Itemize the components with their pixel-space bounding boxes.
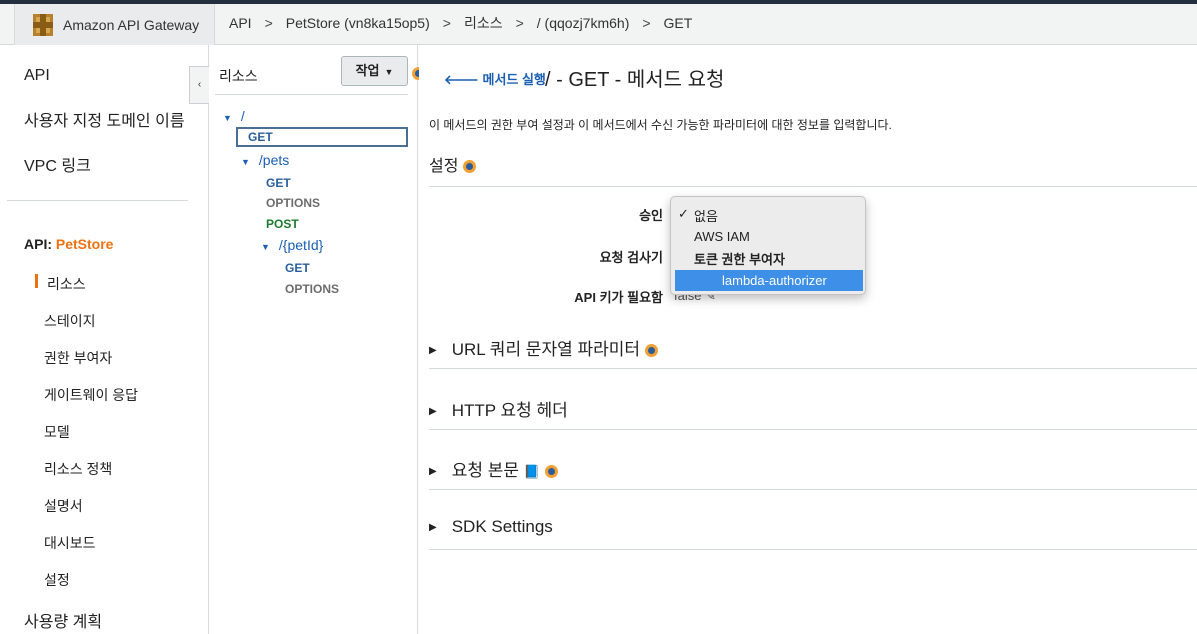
nav-api-prefix: API: (24, 236, 56, 252)
request-body-section[interactable]: ▶ 요청 본문 📘 (429, 456, 558, 481)
info-icon[interactable] (462, 160, 476, 174)
expand-triangle-icon[interactable]: ▶ (429, 406, 437, 417)
dropdown-option-none[interactable]: 없음 (694, 206, 718, 225)
resource-tree-panel: 리소스 작업 ▼ ▼ / GET ▼/pets GET OPTIONS POST ▼… (210, 45, 425, 634)
request-validator-label: 요청 검사기 (599, 250, 663, 265)
nav-item-stages[interactable]: 스테이지 (44, 311, 96, 331)
dropdown-group-token-authorizers: 토큰 권한 부여자 (694, 252, 785, 267)
tree-method-petid-get[interactable]: GET (285, 261, 310, 275)
nav-divider (7, 200, 188, 201)
tree-node-label: / (240, 108, 245, 124)
info-icon[interactable] (544, 465, 558, 479)
service-brand[interactable]: Amazon API Gateway (14, 4, 215, 45)
brand-name: Amazon API Gateway (63, 17, 200, 33)
nav-api-heading: API: PetStore (24, 236, 113, 252)
breadcrumb-item-root[interactable]: / (qqozj7km6h) (537, 15, 630, 31)
page-description: 이 메서드의 권한 부여 설정과 이 메서드에서 수신 가능한 파라미터에 대한… (429, 118, 892, 132)
nav-item-documentation[interactable]: 설명서 (44, 496, 83, 516)
tree-node-pets[interactable]: ▼ /pets (241, 152, 289, 168)
page-title: / - GET - 메서드 요청 (545, 69, 725, 91)
breadcrumb-separator: > (264, 15, 273, 31)
api-gateway-logo-icon (33, 14, 53, 36)
url-query-params-section[interactable]: ▶ URL 쿼리 문자열 파라미터 (429, 335, 658, 360)
section-divider (429, 489, 1197, 490)
nav-item-settings[interactable]: 설정 (44, 570, 70, 590)
tree-method-petid-options[interactable]: OPTIONS (285, 282, 339, 296)
section-label: HTTP 요청 헤더 (451, 401, 568, 420)
breadcrumb-item-petstore[interactable]: PetStore (vn8ka15op5) (286, 15, 430, 31)
settings-heading: 설정 (429, 152, 476, 176)
section-divider (429, 186, 1197, 187)
breadcrumb-separator: > (442, 15, 451, 31)
expand-triangle-icon[interactable]: ▼ (261, 242, 270, 252)
breadcrumb-item-api[interactable]: API (229, 15, 252, 31)
api-key-required-label: API 키가 필요함 (574, 290, 663, 305)
section-divider (429, 429, 1197, 430)
nav-item-authorizers[interactable]: 권한 부여자 (44, 348, 112, 368)
collapse-nav-button[interactable]: ‹ (189, 66, 209, 104)
authorization-dropdown-menu[interactable]: ✓ 없음 AWS IAM 토큰 권한 부여자 lambda-authorizer (670, 196, 866, 295)
expand-triangle-icon[interactable]: ▶ (429, 345, 437, 356)
section-divider (429, 368, 1197, 369)
resource-tree-title: 리소스 (219, 68, 258, 84)
tree-method-pets-options[interactable]: OPTIONS (266, 196, 320, 210)
tree-method-pets-get[interactable]: GET (266, 176, 291, 190)
nav-item-resources[interactable]: 리소스 (47, 274, 86, 294)
http-request-headers-section[interactable]: ▶ HTTP 요청 헤더 (429, 396, 568, 421)
left-navigation: API 사용자 지정 도메인 이름 VPC 링크 API: PetStore 리… (0, 45, 209, 634)
nav-item-dashboard[interactable]: 대시보드 (44, 533, 96, 553)
tree-node-petid[interactable]: ▼ /{petId} (261, 237, 323, 253)
book-icon: 📘 (523, 464, 540, 479)
nav-item-usage-plans[interactable]: 사용량 계획 (24, 608, 102, 632)
nav-active-indicator (35, 274, 38, 288)
info-icon[interactable] (644, 344, 658, 358)
tree-divider (215, 94, 408, 95)
nav-item-models[interactable]: 모델 (44, 422, 70, 442)
expand-triangle-icon[interactable]: ▶ (429, 466, 437, 477)
back-link-label: 메서드 실행 (482, 72, 546, 87)
dropdown-option-lambda-authorizer[interactable]: lambda-authorizer (675, 270, 863, 291)
expand-triangle-icon[interactable]: ▼ (241, 157, 250, 167)
nav-item-vpc-links[interactable]: VPC 링크 (24, 152, 91, 176)
nav-item-resource-policy[interactable]: 리소스 정책 (44, 459, 112, 479)
nav-item-gateway-responses[interactable]: 게이트웨이 응답 (44, 385, 138, 405)
actions-label: 작업 (355, 63, 380, 78)
section-divider (429, 549, 1197, 550)
method-request-panel: 🡐 메서드 실행 / - GET - 메서드 요청 이 메서드의 권한 부여 설… (419, 45, 1197, 634)
sdk-settings-section[interactable]: ▶ SDK Settings (429, 517, 553, 537)
actions-button[interactable]: 작업 ▼ (341, 56, 408, 86)
section-label: SDK Settings (451, 517, 553, 536)
section-label: 요청 본문 (451, 461, 519, 480)
tree-method-pets-post[interactable]: POST (266, 217, 299, 231)
caret-down-icon: ▼ (384, 67, 394, 77)
tree-node-label: /pets (258, 152, 290, 168)
nav-item-custom-domains[interactable]: 사용자 지정 도메인 이름 (24, 107, 185, 131)
authorization-label: 승인 (639, 208, 663, 223)
breadcrumb: API > PetStore (vn8ka15op5) > 리소스 > / (qqozj7k… (229, 13, 692, 33)
back-to-method-execution-link[interactable]: 🡐 메서드 실행 (444, 69, 546, 88)
dropdown-option-aws-iam[interactable]: AWS IAM (694, 229, 750, 244)
expand-triangle-icon[interactable]: ▶ (429, 522, 437, 533)
breadcrumb-item-resources[interactable]: 리소스 (464, 13, 503, 33)
tree-node-label: /{petId} (278, 237, 324, 253)
arrow-left-icon: 🡐 (444, 72, 483, 87)
nav-api-name[interactable]: PetStore (56, 236, 114, 252)
breadcrumb-separator: > (642, 15, 651, 31)
breadcrumb-item-get: GET (663, 15, 693, 31)
breadcrumb-separator: > (515, 15, 524, 31)
settings-heading-label: 설정 (429, 158, 459, 175)
section-label: URL 쿼리 문자열 파라미터 (451, 340, 641, 359)
expand-triangle-icon[interactable]: ▼ (223, 113, 232, 123)
chevron-left-icon: ‹ (197, 79, 202, 90)
nav-item-api[interactable]: API (24, 67, 50, 85)
tree-node-root[interactable]: ▼ / (223, 108, 245, 124)
checkmark-icon: ✓ (678, 206, 689, 221)
tree-method-root-get[interactable]: GET (236, 127, 408, 147)
